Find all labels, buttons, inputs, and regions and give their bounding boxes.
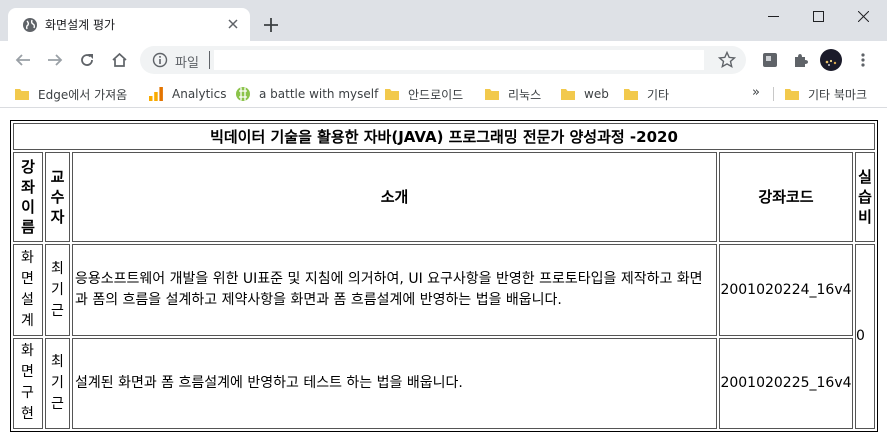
page-content: 빅데이터 기술을 활용한 자바(JAVA) 프로그래밍 전문가 양성과정 -20… bbox=[0, 109, 887, 441]
table-caption: 빅데이터 기술을 활용한 자바(JAVA) 프로그래밍 전문가 양성과정 -20… bbox=[13, 123, 875, 151]
bookmark-label: Edge에서 가져옴 bbox=[38, 87, 128, 102]
bookmark-battle[interactable]: a battle with myself bbox=[235, 85, 378, 103]
folder-icon bbox=[785, 89, 799, 100]
cell-instructor: 최기근 bbox=[45, 337, 70, 429]
bookmarks-overflow-button[interactable]: » bbox=[752, 85, 760, 100]
address-scheme-label: 파일 bbox=[175, 56, 199, 71]
cell-intro: 설계된 화면과 폼 흐름설계에 반영하고 테스트 하는 법을 배웁니다. bbox=[72, 337, 717, 429]
bookmark-label: 안드로이드 bbox=[408, 87, 464, 102]
close-tab-icon[interactable] bbox=[224, 15, 242, 33]
bookmarks-bar: Edge에서 가져옴 Analytics a battle with mysel… bbox=[0, 79, 887, 108]
bookmark-label: a battle with myself bbox=[259, 87, 379, 101]
close-window-icon[interactable] bbox=[841, 0, 885, 32]
bookmark-android[interactable]: 안드로이드 bbox=[384, 85, 463, 103]
other-bookmarks-label: 기타 북마크 bbox=[808, 87, 868, 102]
bookmark-web[interactable]: web bbox=[560, 85, 609, 103]
maximize-icon[interactable] bbox=[796, 0, 840, 32]
analytics-icon bbox=[149, 87, 163, 101]
cell-intro: 응용소프트웨어 개발을 위한 UI표준 및 지침에 의거하여, UI 요구사항을… bbox=[72, 244, 717, 336]
extension-app-icon[interactable] bbox=[759, 49, 781, 71]
title-bar: 화면설계 평가 bbox=[0, 0, 887, 41]
course-table: 빅데이터 기술을 활용한 자바(JAVA) 프로그래밍 전문가 양성과정 -20… bbox=[10, 120, 878, 432]
star-icon[interactable] bbox=[718, 51, 736, 69]
new-tab-icon[interactable] bbox=[262, 16, 280, 34]
cell-course-name: 화면구현 bbox=[13, 337, 43, 429]
bookmark-label: web bbox=[584, 87, 609, 101]
bookmark-etc[interactable]: 기타 bbox=[623, 85, 669, 103]
header-course-code: 강좌코드 bbox=[719, 152, 853, 243]
cell-lab-fee: 0 bbox=[855, 244, 875, 429]
other-bookmarks[interactable]: 기타 북마크 bbox=[784, 85, 867, 103]
info-icon[interactable] bbox=[152, 52, 168, 68]
avatar[interactable] bbox=[820, 49, 842, 71]
table-row: 화면구현 최기근 설계된 화면과 폼 흐름설계에 반영하고 테스트 하는 법을 … bbox=[13, 337, 875, 429]
tab-title: 화면설계 평가 bbox=[45, 18, 116, 32]
bookmark-label: 리눅스 bbox=[508, 87, 542, 102]
folder-icon bbox=[15, 89, 29, 100]
cell-course-name: 화면설계 bbox=[13, 244, 43, 336]
bookmark-edge-import[interactable]: Edge에서 가져옴 bbox=[14, 85, 127, 103]
cell-course-code: 2001020225_16v4 bbox=[719, 337, 853, 429]
reload-icon[interactable] bbox=[76, 49, 98, 71]
address-bar[interactable]: 파일 bbox=[140, 46, 746, 74]
globe-icon bbox=[236, 87, 250, 101]
cell-instructor: 최기근 bbox=[45, 244, 70, 336]
puzzle-icon[interactable] bbox=[789, 49, 811, 71]
bookmarks-divider bbox=[773, 87, 774, 101]
back-icon[interactable] bbox=[12, 49, 34, 71]
folder-icon bbox=[485, 89, 499, 100]
bookmark-linux[interactable]: 리눅스 bbox=[484, 85, 541, 103]
browser-tab[interactable]: 화면설계 평가 bbox=[8, 8, 250, 41]
address-divider bbox=[209, 51, 210, 69]
menu-icon[interactable] bbox=[852, 49, 874, 71]
bookmark-analytics[interactable]: Analytics bbox=[148, 85, 227, 103]
globe-icon bbox=[23, 18, 37, 32]
table-row: 화면설계 최기근 응용소프트웨어 개발을 위한 UI표준 및 지침에 의거하여,… bbox=[13, 244, 875, 429]
address-input[interactable] bbox=[214, 50, 704, 70]
bookmark-label: 기타 bbox=[647, 87, 670, 102]
home-icon[interactable] bbox=[108, 49, 130, 71]
folder-icon bbox=[561, 89, 575, 100]
cell-course-code: 2001020224_16v4 bbox=[719, 244, 853, 336]
minimize-icon[interactable] bbox=[751, 0, 795, 32]
toolbar: 파일 bbox=[0, 41, 887, 79]
header-course-name: 강좌이름 bbox=[13, 152, 43, 243]
header-intro: 소개 bbox=[72, 152, 717, 243]
header-lab-fee: 실습비 bbox=[855, 152, 875, 243]
folder-icon bbox=[385, 89, 399, 100]
forward-icon[interactable] bbox=[44, 49, 66, 71]
header-instructor: 교수자 bbox=[45, 152, 70, 243]
bookmark-label: Analytics bbox=[172, 87, 227, 101]
folder-icon bbox=[624, 89, 638, 100]
